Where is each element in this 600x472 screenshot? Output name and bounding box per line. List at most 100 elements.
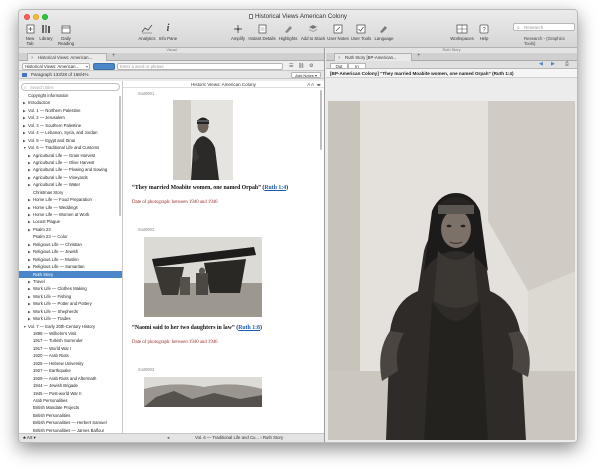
help-button[interactable]: ? Help: [477, 22, 491, 41]
panel-menu-icon[interactable]: ☰: [289, 63, 293, 70]
user-notes-button[interactable]: User Notes: [327, 22, 349, 41]
footer-back-icon[interactable]: ◂: [167, 434, 169, 442]
add-tab-button[interactable]: +: [112, 53, 116, 60]
toc-item[interactable]: ▶ Agricultural Life — Grain Harvest: [19, 152, 122, 159]
amplify-button[interactable]: Amplify: [229, 22, 247, 41]
zoom-in-button[interactable]: In: [348, 62, 366, 69]
toc-item[interactable]: ▶ Home Life — Women at Work: [19, 211, 122, 218]
highlights-button[interactable]: Highlights: [277, 22, 299, 41]
photo-naomi[interactable]: [144, 237, 262, 317]
toc-item[interactable]: ▶ Work Life — Potter and Pottery: [19, 300, 122, 307]
toc-item[interactable]: 1898 — Wilhelm's Visit: [19, 330, 122, 337]
next-arrow-icon[interactable]: ▶: [551, 61, 555, 67]
print-icon[interactable]: ⎙: [565, 61, 569, 67]
toc-item[interactable]: ▶ Vol. 1 — Northern Palestine: [19, 107, 122, 114]
toc-item-label: Work Life — Clothes Making: [33, 286, 87, 292]
language-button[interactable]: Language: [373, 22, 395, 41]
toc-item[interactable]: ▶ Agricultural Life — Olive Harvest: [19, 159, 122, 166]
toc-item[interactable]: ▶ Work Life — Trades: [19, 315, 122, 322]
toc-item[interactable]: ▶ Work Life — Shepherds: [19, 308, 122, 315]
research-search-input[interactable]: ⌕ Research: [513, 23, 575, 31]
toc-item[interactable]: ▶ Religious Life — Jewish: [19, 248, 122, 255]
large-photo-orpah[interactable]: [328, 101, 575, 440]
toc-item-label: Religious Life — Christian: [33, 241, 82, 247]
toc-item[interactable]: ▶ Travel: [19, 278, 122, 285]
text-size-button[interactable]: A A: [307, 81, 314, 88]
reader-scrollbar[interactable]: [320, 90, 322, 150]
toc-item[interactable]: ▶ Agricultural Life — Vineyards: [19, 174, 122, 181]
toc-item[interactable]: ▶ Vol. 4 — Lebanon, Syria, and Jordan: [19, 129, 122, 136]
word-phrase-input[interactable]: Enter a word or phrase: [117, 62, 283, 70]
toc-item[interactable]: Christmas Story: [19, 189, 122, 196]
toc-item-label: 1944 — Jewish Brigade: [33, 383, 78, 389]
footer-art-button[interactable]: ♣ Art ▾: [23, 434, 36, 442]
analytics-button[interactable]: Analytics: [136, 22, 158, 41]
library-button[interactable]: Library: [39, 22, 53, 41]
toc-item[interactable]: Arab Personalities: [19, 397, 122, 404]
options-icon[interactable]: ⚙: [309, 63, 313, 70]
toc-item[interactable]: ▶ Religious Life — Muslim: [19, 256, 122, 263]
link-icon[interactable]: ⛓: [298, 63, 304, 70]
toc-item[interactable]: Copyright information: [19, 92, 122, 99]
nav-arrows[interactable]: ◂▸: [316, 81, 321, 88]
toc-item[interactable]: 1929 — Arab Riots and Aftermath: [19, 375, 122, 382]
toc-item[interactable]: ▶ Locust Plague: [19, 218, 122, 225]
toc-item[interactable]: ▶ Vol. 2 — Jerusalem: [19, 114, 122, 121]
photo-third[interactable]: [144, 377, 262, 407]
previous-arrow-icon[interactable]: ◀: [539, 61, 543, 67]
toc-item-label: Vol. 2 — Jerusalem: [28, 115, 65, 121]
toc-item[interactable]: ▶ Agricultural Life — Water: [19, 181, 122, 188]
close-tab-icon[interactable]: ×: [31, 54, 34, 61]
toc-item[interactable]: ▶ Vol. 3 — Southern Palestine: [19, 122, 122, 129]
zoom-out-button[interactable]: Out: [330, 62, 348, 69]
toc-item-label: Home Life — Food Preparation: [33, 197, 92, 203]
toc-search-input[interactable]: ⌕ Search titles: [21, 83, 120, 91]
resource-select[interactable]: Historical Views: American... ▾: [22, 62, 90, 70]
tab-historical-views[interactable]: × Historical Views: American...: [27, 53, 107, 61]
toc-item[interactable]: 1927 — Earthquake: [19, 367, 122, 374]
toc-item[interactable]: ▶ Psalm 23: [19, 226, 122, 233]
toc-item[interactable]: ▶ Religious Life — Christian: [19, 241, 122, 248]
breadcrumb[interactable]: Vol. 6 — Traditional Life and Cu... › Ru…: [195, 434, 283, 442]
add-to-stack-button[interactable]: Add to Stack: [300, 22, 326, 41]
toc-item[interactable]: 1944 — Jewish Brigade: [19, 382, 122, 389]
toc-item[interactable]: ▶ Work Life — Clothes Making: [19, 285, 122, 292]
toc-item[interactable]: Ruth Story: [19, 270, 122, 278]
toc-item[interactable]: ▼Vol. 6 — Traditional Life and Customs: [19, 144, 122, 151]
bible-link-ruth-1-8[interactable]: Ruth 1:8: [238, 325, 260, 331]
toc-item[interactable]: ▶ Agricultural Life — Plowing and Sowing: [19, 166, 122, 173]
search-type-select[interactable]: [93, 62, 115, 70]
toc-item[interactable]: British Personalities: [19, 412, 122, 419]
tab-ruth-story[interactable]: × Ruth Story [BP-American...: [334, 53, 412, 61]
toc-item[interactable]: British Personalities — Herbert Samuel: [19, 419, 122, 426]
info-pane-button[interactable]: i Info Pane: [158, 22, 178, 41]
instant-details-button[interactable]: Instant Details: [248, 22, 276, 41]
toc-item[interactable]: British Mandate Projects: [19, 404, 122, 411]
toc-item-label: Psalm 23: [33, 226, 51, 232]
bible-link-ruth-1-4[interactable]: Ruth 1:4: [264, 185, 286, 191]
toc-item[interactable]: 1917 — Turkish Surrender: [19, 337, 122, 344]
toc-item[interactable]: ▶ Introduction: [19, 99, 122, 106]
new-tab-button[interactable]: New Tab: [23, 22, 37, 46]
toc-item[interactable]: 1925 — Hebrew University: [19, 360, 122, 367]
toc-scrollbar[interactable]: [119, 96, 121, 216]
close-tab-icon[interactable]: ×: [338, 54, 341, 61]
toc-item[interactable]: ▶ Vol. 5 — Egypt and Sinai: [19, 137, 122, 144]
workspaces-button[interactable]: Workspaces: [449, 22, 475, 41]
search-scope-select[interactable]: Research - (Graphics Tools): [524, 36, 577, 46]
toc-item[interactable]: ▶ Home Life — Food Preparation: [19, 196, 122, 203]
toc-item[interactable]: ▼Vol. 7 — Early 20th-Century History: [19, 323, 122, 330]
toc-item[interactable]: ▶ Religious Life — Samaritan: [19, 263, 122, 270]
user-tools-button[interactable]: User Tools: [350, 22, 372, 41]
toc-item[interactable]: Psalm 23 — Color: [19, 233, 122, 240]
toc-item[interactable]: ▶ Home Life — Weddings: [19, 204, 122, 211]
add-notes-button[interactable]: Add Notes ▾: [291, 72, 321, 78]
daily-reading-button[interactable]: Daily Reading: [54, 22, 78, 46]
toc-item[interactable]: ▶ Work Life — Fishing: [19, 293, 122, 300]
library-icon: [42, 24, 50, 33]
add-tab-button[interactable]: +: [417, 53, 421, 60]
photo-orpah[interactable]: [173, 100, 233, 180]
toc-item[interactable]: 1917 — World War I: [19, 345, 122, 352]
toc-item[interactable]: 1945 — Post-world War II: [19, 390, 122, 397]
toc-item[interactable]: 1920 — Arab Riots: [19, 352, 122, 359]
